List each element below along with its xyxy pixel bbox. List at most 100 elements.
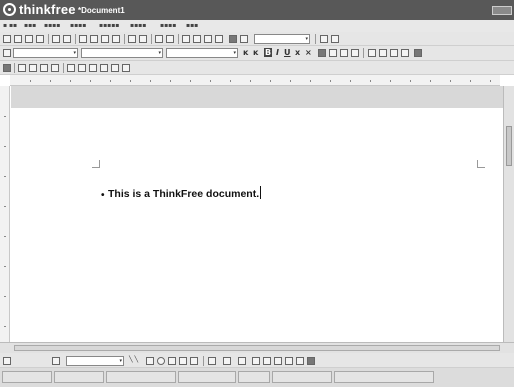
help-icon[interactable]	[320, 35, 328, 43]
wordart-tool-icon[interactable]	[179, 357, 187, 365]
superscript-icon[interactable]: x	[295, 48, 300, 57]
toolbar-options-icon[interactable]	[331, 35, 339, 43]
cell-shading-icon[interactable]	[100, 64, 108, 72]
fill-color-icon[interactable]	[208, 357, 216, 365]
cut-icon[interactable]	[79, 35, 87, 43]
line-style-icon[interactable]	[252, 357, 260, 365]
menu-item-2[interactable]: ▪▪▪	[24, 22, 36, 29]
italic-icon[interactable]: I	[276, 48, 279, 57]
menu-item-7[interactable]: ▪▪▪▪	[160, 22, 176, 29]
window-control-button[interactable]	[492, 6, 512, 15]
font-grow-icon[interactable]: ĸ	[243, 48, 248, 57]
toolbar-separator	[178, 34, 179, 44]
align-center-icon[interactable]	[329, 49, 337, 57]
toolbar-separator	[75, 34, 76, 44]
font-size-select[interactable]: ▾	[166, 48, 238, 58]
split-cells-icon[interactable]	[78, 64, 86, 72]
find-icon[interactable]	[155, 35, 163, 43]
bulleted-list-icon[interactable]	[379, 49, 387, 57]
chevron-down-icon: ▾	[73, 50, 76, 56]
paragraph-marks-icon[interactable]	[229, 35, 237, 43]
menu-item-8[interactable]: ▪▪▪	[186, 22, 198, 29]
merge-cells-icon[interactable]	[67, 64, 75, 72]
line-tool-icon[interactable]: ╲ ╲	[129, 356, 138, 363]
insert-table-icon[interactable]	[182, 35, 190, 43]
draw-menu-icon[interactable]	[3, 357, 11, 365]
insert-row-icon[interactable]	[18, 64, 26, 72]
ruler-tick	[4, 326, 6, 327]
shadow-icon[interactable]	[285, 357, 293, 365]
zoom-select[interactable]: ▾	[254, 34, 310, 44]
3d-icon[interactable]	[296, 357, 304, 365]
show-hidden-icon[interactable]	[240, 35, 248, 43]
redo-icon[interactable]	[139, 35, 147, 43]
table-properties-icon[interactable]	[111, 64, 119, 72]
menu-item-4[interactable]: ▪▪▪▪	[70, 22, 86, 29]
styles-icon[interactable]	[3, 49, 11, 57]
delete-row-icon[interactable]	[40, 64, 48, 72]
replace-icon[interactable]	[166, 35, 174, 43]
ruler-tick	[30, 80, 31, 82]
document-page[interactable]	[11, 108, 503, 342]
cell-border-icon[interactable]	[89, 64, 97, 72]
ruler-tick	[310, 80, 311, 82]
ruler-tick	[370, 80, 371, 82]
format-painter-icon[interactable]	[112, 35, 120, 43]
borders-icon[interactable]	[414, 49, 422, 57]
clipart-tool-icon[interactable]	[190, 357, 198, 365]
justify-icon[interactable]	[351, 49, 359, 57]
new-document-icon[interactable]	[3, 35, 11, 43]
save-as-icon[interactable]	[36, 35, 44, 43]
align-left-icon[interactable]	[318, 49, 326, 57]
drawing-options-icon[interactable]	[307, 357, 315, 365]
ellipse-tool-icon[interactable]	[157, 357, 165, 365]
horizontal-scrollbar[interactable]	[0, 342, 514, 353]
align-right-icon[interactable]	[340, 49, 348, 57]
menu-item-3[interactable]: ▪▪▪▪	[44, 22, 60, 29]
ruler-tick	[4, 266, 6, 267]
copy-icon[interactable]	[90, 35, 98, 43]
delete-column-icon[interactable]	[51, 64, 59, 72]
autoshapes-select[interactable]: ▾	[66, 356, 124, 366]
font-color-icon[interactable]	[238, 357, 246, 365]
select-objects-icon[interactable]	[52, 357, 60, 365]
horizontal-ruler[interactable]	[10, 75, 500, 86]
scrollbar-thumb[interactable]	[14, 345, 500, 351]
vertical-scrollbar[interactable]	[503, 86, 514, 342]
strikethrough-icon[interactable]: ×	[305, 48, 312, 57]
menu-item-6[interactable]: ▪▪▪▪	[130, 22, 146, 29]
document-text[interactable]: This is a ThinkFree document.	[108, 186, 262, 200]
dash-style-icon[interactable]	[263, 357, 271, 365]
insert-image-icon[interactable]	[193, 35, 201, 43]
insert-column-icon[interactable]	[29, 64, 37, 72]
table-icon[interactable]	[3, 64, 11, 72]
ruler-tick	[250, 80, 251, 82]
underline-icon[interactable]: U	[284, 48, 291, 57]
scrollbar-thumb[interactable]	[506, 126, 512, 166]
style-select[interactable]: ▾	[13, 48, 78, 58]
numbered-list-icon[interactable]	[368, 49, 376, 57]
print-preview-icon[interactable]	[63, 35, 71, 43]
print-icon[interactable]	[52, 35, 60, 43]
menu-item-1[interactable]: ▪ ▪▪	[3, 22, 17, 29]
toolbar-separator	[363, 48, 364, 58]
paste-icon[interactable]	[101, 35, 109, 43]
decrease-indent-icon[interactable]	[390, 49, 398, 57]
insert-link-icon[interactable]	[215, 35, 223, 43]
save-icon[interactable]	[25, 35, 33, 43]
font-select[interactable]: ▾	[81, 48, 163, 58]
undo-icon[interactable]	[128, 35, 136, 43]
rectangle-tool-icon[interactable]	[146, 357, 154, 365]
open-icon[interactable]	[14, 35, 22, 43]
line-color-icon[interactable]	[223, 357, 231, 365]
font-shrink-icon[interactable]: ĸ	[253, 48, 258, 57]
increase-indent-icon[interactable]	[401, 49, 409, 57]
vertical-ruler[interactable]	[0, 86, 10, 342]
table-options-icon[interactable]	[122, 64, 130, 72]
bold-icon[interactable]: B	[264, 48, 273, 57]
menu-item-5[interactable]: ▪▪▪▪▪	[99, 22, 119, 29]
insert-chart-icon[interactable]	[204, 35, 212, 43]
arrow-style-icon[interactable]	[274, 357, 282, 365]
ruler-tick	[90, 80, 91, 82]
textbox-tool-icon[interactable]	[168, 357, 176, 365]
